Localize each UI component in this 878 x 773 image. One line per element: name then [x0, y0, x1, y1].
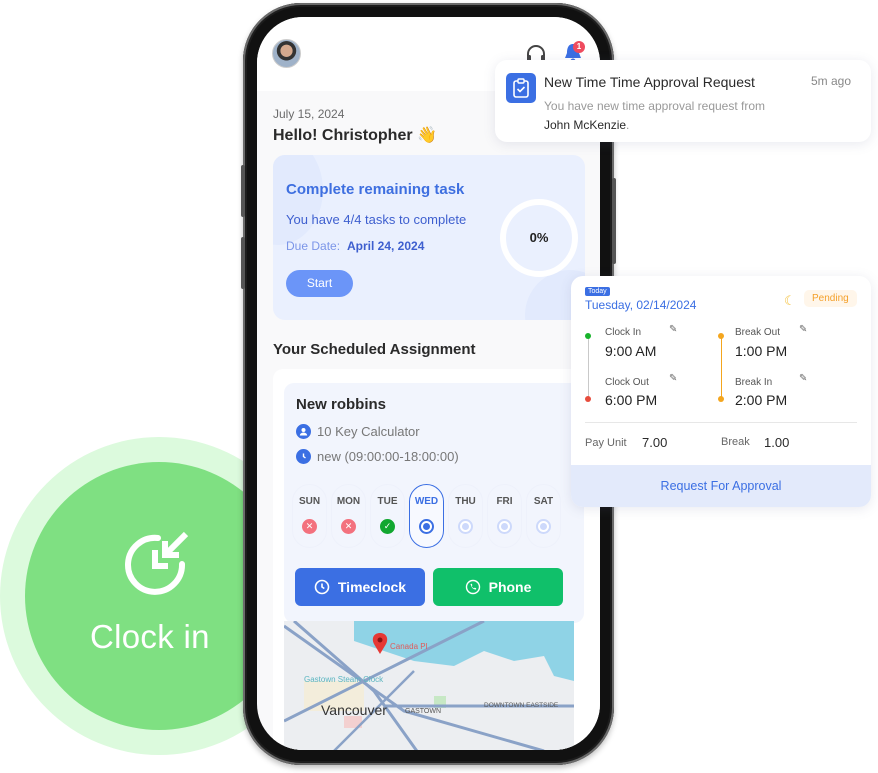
day-sun[interactable]: SUN ✕	[292, 484, 327, 548]
user-icon	[296, 424, 311, 439]
timeclock-button[interactable]: Timeclock	[295, 568, 425, 606]
entry-value: 2:00 PM	[735, 392, 788, 408]
task-title: Complete remaining task	[286, 181, 465, 198]
map-graphic: Canada Pl Gastown Steam Clock Vancouver …	[284, 621, 574, 750]
break-line	[721, 336, 722, 399]
clock-icon	[296, 449, 311, 464]
day-label: THU	[455, 496, 476, 507]
clipboard-check-icon	[506, 73, 536, 103]
notification-badge: 1	[573, 41, 585, 53]
map-label: GASTOWN	[405, 708, 441, 715]
moon-icon: ☾	[784, 293, 796, 308]
current-date: July 15, 2024	[273, 107, 345, 121]
entry-label: Clock Out	[605, 377, 649, 388]
edit-icon[interactable]: ✎	[799, 373, 807, 384]
clock-icon	[314, 579, 330, 595]
clock-in-dot	[585, 333, 591, 339]
pay-unit-label: Pay Unit	[585, 437, 627, 449]
day-label: TUE	[377, 496, 398, 507]
break-label: Break	[721, 436, 750, 448]
break-value: 1.00	[764, 435, 790, 450]
decor-blob	[273, 155, 323, 245]
assignment-card: New robbins 10 Key Calculator new (09:00…	[284, 383, 584, 623]
day-sat[interactable]: SAT	[526, 484, 561, 548]
status-badge: Pending	[804, 290, 857, 307]
missed-icon: ✕	[302, 519, 317, 534]
entry-label: Break In	[735, 377, 773, 388]
user-avatar[interactable]	[272, 39, 301, 68]
notification-text: You have new time approval request from	[544, 99, 766, 113]
location-map[interactable]: Canada Pl Gastown Steam Clock Vancouver …	[284, 621, 574, 750]
entry-label: Clock In	[605, 327, 642, 338]
clock-in-label: Clock in	[90, 618, 210, 655]
check-icon: ✓	[380, 519, 395, 534]
greeting: Hello! Christopher 👋	[273, 127, 437, 144]
assignment-name: New robbins	[296, 396, 387, 413]
notification-time: 5m ago	[810, 74, 851, 88]
edit-icon[interactable]: ✎	[669, 324, 677, 335]
assignment-role: 10 Key Calculator	[317, 424, 420, 439]
day-label: WED	[414, 496, 439, 507]
notification-body: You have new time approval request from …	[544, 97, 765, 135]
assignment-role-row: 10 Key Calculator	[296, 424, 420, 439]
due-date-value: April 24, 2024	[347, 239, 425, 253]
day-label: SUN	[298, 496, 321, 507]
missed-icon: ✕	[341, 519, 356, 534]
task-card: Complete remaining task You have 4/4 tas…	[273, 155, 585, 320]
upcoming-icon	[497, 519, 512, 534]
map-label: Canada Pl	[390, 642, 428, 651]
pay-unit-value: 7.00	[642, 435, 668, 450]
break-in-dot	[718, 396, 724, 402]
upcoming-icon	[536, 519, 551, 534]
entry-value: 1:00 PM	[735, 343, 788, 359]
progress-label: 0%	[529, 230, 549, 245]
time-entry-card: Today Tuesday, 02/14/2024 ☾ Pending Cloc…	[571, 276, 871, 507]
assignment-shift-row: new (09:00:00-18:00:00)	[296, 449, 459, 464]
day-tue[interactable]: TUE ✓	[370, 484, 405, 548]
notification-suffix: .	[626, 118, 630, 132]
task-subtitle: You have 4/4 tasks to complete	[286, 212, 467, 227]
power-button	[612, 178, 616, 264]
day-label: FRI	[496, 496, 513, 507]
current-day-icon	[419, 519, 434, 534]
entry-label: Break Out	[735, 327, 781, 338]
phone-label: Phone	[488, 579, 532, 595]
volume-up-button	[241, 165, 245, 217]
timeline-line	[588, 336, 589, 399]
day-fri[interactable]: FRI	[487, 484, 522, 548]
today-badge: Today	[585, 287, 610, 296]
phone-button[interactable]: Phone	[433, 568, 563, 606]
request-approval-button[interactable]: Request For Approval	[571, 465, 871, 507]
phone-icon	[465, 579, 480, 595]
map-label: Gastown Steam Clock	[304, 675, 384, 684]
map-label: Vancouver	[321, 702, 387, 718]
day-label: MON	[336, 496, 361, 507]
schedule-title: Your Scheduled Assignment	[273, 341, 476, 358]
upcoming-icon	[458, 519, 473, 534]
edit-icon[interactable]: ✎	[799, 324, 807, 335]
day-mon[interactable]: MON ✕	[331, 484, 366, 548]
entry-value: 6:00 PM	[605, 392, 658, 408]
divider	[585, 422, 857, 423]
day-wed[interactable]: WED	[409, 484, 444, 548]
week-days: SUN ✕ MON ✕ TUE ✓ WED THU FRI SAT	[292, 484, 561, 548]
timeclock-label: Timeclock	[337, 579, 407, 595]
time-card-date: Tuesday, 02/14/2024	[585, 298, 697, 312]
due-date-label: Due Date:	[286, 239, 341, 253]
edit-icon[interactable]: ✎	[669, 373, 677, 384]
day-thu[interactable]: THU	[448, 484, 483, 548]
clock-in-icon	[125, 531, 189, 595]
clock-out-dot	[585, 396, 591, 402]
volume-down-button	[241, 237, 245, 289]
notification-sender: John McKenzie	[544, 118, 627, 132]
entry-value: 9:00 AM	[605, 343, 657, 359]
assignment-shift: new (09:00:00-18:00:00)	[317, 449, 459, 464]
notification-card[interactable]: New Time Time Approval Request 5m ago Yo…	[495, 60, 871, 142]
notification-title: New Time Time Approval Request	[544, 74, 755, 90]
day-label: SAT	[533, 496, 554, 507]
map-label: DOWNTOWN EASTSIDE	[484, 702, 559, 709]
break-out-dot	[718, 333, 724, 339]
start-button[interactable]: Start	[286, 270, 353, 297]
